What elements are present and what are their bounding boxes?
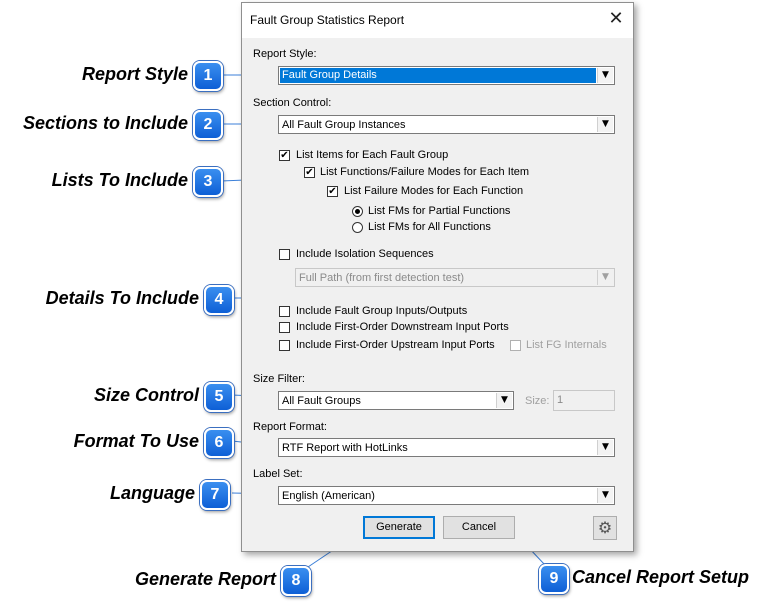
report-format-select[interactable]: RTF Report with HotLinks ▼ [278,438,615,457]
fms-partial-radio[interactable] [352,206,363,217]
chevron-down-icon: ▼ [597,270,613,285]
isolation-checkbox[interactable] [279,249,290,260]
callout-badge-8: 8 [281,566,311,596]
inputs-outputs-label: Include Fault Group Inputs/Outputs [296,305,468,317]
callout-label-8: Generate Report [134,569,276,589]
downstream-checkbox[interactable] [279,322,290,333]
generate-button[interactable]: Generate [363,516,435,539]
chevron-down-icon: ▼ [597,117,613,132]
fms-partial-label: List FMs for Partial Functions [368,205,511,217]
report-style-value: Fault Group Details [280,68,596,83]
callout-badge-1: 1 [193,61,223,91]
callout-badge-4: 4 [204,285,234,315]
callout-badge-3: 3 [193,167,223,197]
report-format-value: RTF Report with HotLinks [282,442,408,454]
fms-all-radio[interactable] [352,222,363,233]
fg-internals-checkbox[interactable] [510,340,521,351]
callout-badge-2: 2 [193,110,223,140]
size-filter-label: Size Filter: [253,373,305,385]
section-control-select[interactable]: All Fault Group Instances ▼ [278,115,615,134]
section-control-label: Section Control: [253,97,332,109]
callout-label-2: Sections to Include [22,113,188,133]
list-failure-modes-label: List Failure Modes for Each Function [344,185,524,197]
isolation-path-select[interactable]: Full Path (from first detection test) ▼ [295,268,615,287]
callout-badge-7: 7 [200,480,230,510]
upstream-checkbox[interactable] [279,340,290,351]
callout-label-6: Format To Use [73,431,199,451]
report-style-select[interactable]: Fault Group Details ▼ [278,66,615,85]
fg-internals-label: List FG Internals [526,339,607,351]
gear-icon[interactable]: ⚙ [593,516,617,540]
inputs-outputs-checkbox[interactable] [279,306,290,317]
isolation-path-value: Full Path (from first detection test) [299,272,465,284]
chevron-down-icon: ▼ [597,440,613,455]
report-format-label: Report Format: [253,421,327,433]
list-items-checkbox[interactable]: ✔ [279,150,290,161]
report-style-label: Report Style: [253,48,317,60]
size-label: Size: [525,395,550,407]
chevron-down-icon: ▼ [597,488,613,503]
callout-badge-6: 6 [204,428,234,458]
chevron-down-icon: ▼ [496,393,512,408]
size-filter-value: All Fault Groups [282,395,361,407]
label-set-value: English (American) [282,490,375,502]
callout-label-7: Language [109,483,195,503]
list-functions-label: List Functions/Failure Modes for Each It… [320,166,530,178]
isolation-label: Include Isolation Sequences [296,248,434,260]
callout-label-5: Size Control [93,385,199,405]
section-control-value: All Fault Group Instances [282,119,406,131]
downstream-label: Include First-Order Downstream Input Por… [296,321,509,333]
list-functions-checkbox[interactable]: ✔ [304,167,315,178]
close-icon[interactable]: ✕ [606,9,626,29]
size-value: 1 [557,394,564,406]
size-filter-select[interactable]: All Fault Groups ▼ [278,391,514,410]
list-items-label: List Items for Each Fault Group [296,149,449,161]
callout-label-9: Cancel Report Setup [572,567,750,587]
list-failure-modes-checkbox[interactable]: ✔ [327,186,338,197]
label-set-select[interactable]: English (American) ▼ [278,486,615,505]
dialog-title: Fault Group Statistics Report [250,13,405,27]
callout-badge-5: 5 [204,382,234,412]
upstream-label: Include First-Order Upstream Input Ports [296,339,495,351]
fms-all-label: List FMs for All Functions [368,221,491,233]
chevron-down-icon: ▼ [597,68,613,83]
callout-label-3: Lists To Include [51,170,188,190]
label-set-label: Label Set: [253,468,303,480]
callout-label-1: Report Style [81,64,188,84]
callout-badge-9: 9 [539,564,569,594]
callout-label-4: Details To Include [45,288,199,308]
cancel-button[interactable]: Cancel [443,516,515,539]
size-input[interactable]: 1 [553,390,615,411]
